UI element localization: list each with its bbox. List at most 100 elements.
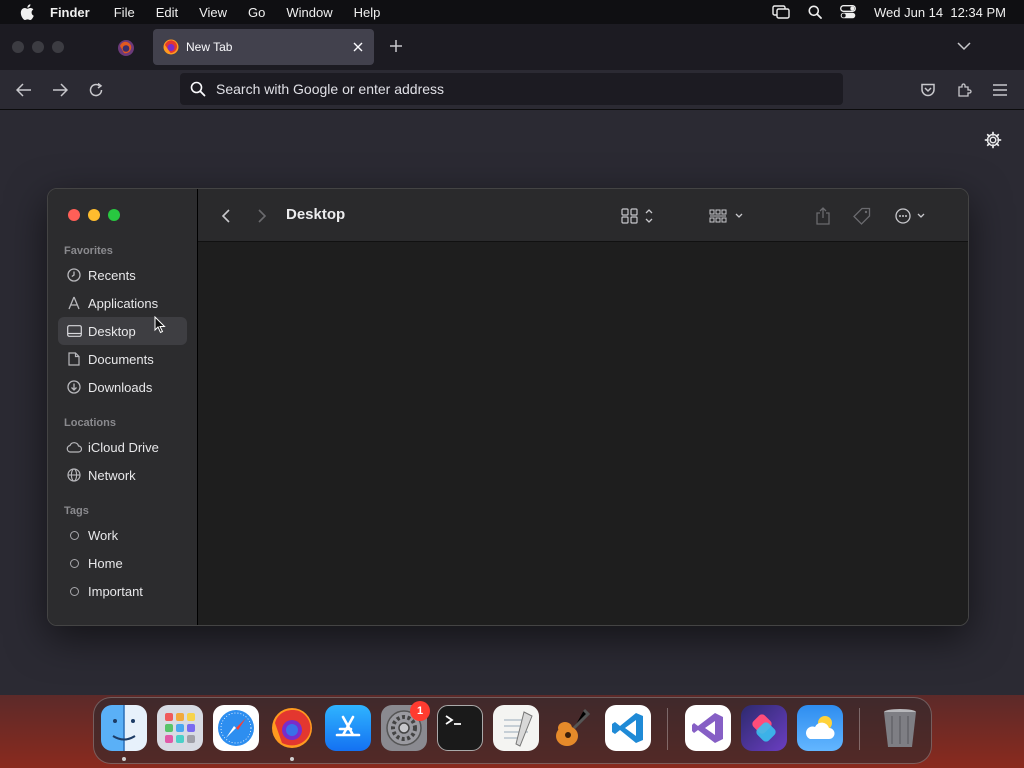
finder-zoom-button[interactable] [108,209,120,221]
firefox-dock-icon[interactable] [269,705,315,751]
screen-mirroring-icon[interactable] [772,5,790,19]
finder-dock-icon[interactable] [101,705,147,751]
desktop-icon [66,323,82,339]
trash-dock-icon[interactable] [877,705,923,751]
search-icon [189,80,207,98]
sidebar-item-label: Home [88,555,123,571]
chevron-down-icon[interactable] [956,38,972,54]
clock-icon [66,267,82,283]
apple-menu-icon[interactable] [18,3,36,21]
window-close-button[interactable] [12,41,24,53]
back-chevron-icon[interactable] [218,206,234,226]
dock [93,697,932,764]
gear-icon[interactable] [984,131,1002,149]
tag-icon[interactable] [852,206,872,226]
menu-app-name[interactable]: Finder [50,5,90,20]
finder-toolbar: Desktop [198,189,968,242]
tab-close-icon[interactable] [346,35,370,59]
finder-close-button[interactable] [68,209,80,221]
sidebar-item-applications[interactable]: Applications [58,289,187,317]
locations-heading: Locations [64,417,116,429]
forward-chevron-icon[interactable] [254,206,270,226]
shortcuts-dock-icon[interactable] [741,705,787,751]
launchpad-dock-icon[interactable] [157,705,203,751]
back-arrow-icon[interactable] [15,81,33,99]
garageband-dock-icon[interactable] [549,705,595,751]
mouse-cursor-icon [154,315,166,334]
download-icon [66,379,82,395]
terminal-dock-icon[interactable] [437,705,483,751]
reload-icon[interactable] [87,81,105,99]
weather-dock-icon[interactable] [797,705,843,751]
sidebar-item-label: iCloud Drive [88,439,159,455]
menu-go[interactable]: Go [248,5,265,20]
menu-window[interactable]: Window [286,5,332,20]
running-indicator [122,757,126,761]
more-actions-icon[interactable] [894,206,930,226]
firefox-view-icon[interactable] [117,39,135,57]
menu-help[interactable]: Help [354,5,381,20]
dock-separator [859,708,860,750]
forward-arrow-icon[interactable] [51,81,69,99]
sidebar-item-icloud-drive[interactable]: iCloud Drive [58,433,187,461]
pocket-icon[interactable] [919,81,937,99]
document-icon [66,351,82,367]
visual-studio-dock-icon[interactable] [685,705,731,751]
share-icon[interactable] [814,206,832,226]
dock-separator [667,708,668,750]
cloud-icon [66,439,82,455]
sidebar-item-label: Documents [88,351,154,367]
sidebar-item-recents[interactable]: Recents [58,261,187,289]
window-zoom-button[interactable] [52,41,64,53]
textedit-dock-icon[interactable] [493,705,539,751]
running-indicator [290,757,294,761]
menu-clock[interactable]: Wed Jun 14 12:34 PM [874,5,1006,20]
view-mode-grid-icon[interactable] [620,206,658,226]
menu-file[interactable]: File [114,5,135,20]
safari-dock-icon[interactable] [213,705,259,751]
sidebar-item-desktop[interactable]: Desktop [58,317,187,345]
favorites-heading: Favorites [64,245,113,257]
sidebar-item-label: Work [88,527,119,543]
tags-heading: Tags [64,505,89,517]
finder-window: Favorites Recents Applications Desktop D… [47,188,969,626]
spotlight-search-icon[interactable] [808,5,822,19]
menu-view[interactable]: View [199,5,227,20]
finder-content-area[interactable] [198,242,968,625]
sidebar-tag-work[interactable]: Work [58,521,187,549]
tag-circle-icon [66,555,82,571]
address-bar[interactable] [180,73,843,105]
vscode-dock-icon[interactable] [605,705,651,751]
finder-minimize-button[interactable] [88,209,100,221]
navigation-toolbar [0,70,1024,110]
sidebar-item-downloads[interactable]: Downloads [58,373,187,401]
sidebar-item-network[interactable]: Network [58,461,187,489]
firefox-tab-icon [163,39,179,55]
tag-circle-icon [66,527,82,543]
finder-sidebar: Favorites Recents Applications Desktop D… [48,189,198,625]
group-by-icon[interactable] [708,206,746,226]
sidebar-tag-home[interactable]: Home [58,549,187,577]
sidebar-item-label: Desktop [88,323,136,339]
sidebar-item-label: Downloads [88,379,153,395]
new-tab-button[interactable] [386,36,406,56]
extensions-puzzle-icon[interactable] [955,81,973,99]
app-store-dock-icon[interactable] [325,705,371,751]
globe-icon [66,467,82,483]
tab-title: New Tab [186,40,233,54]
finder-window-title: Desktop [286,206,346,223]
window-minimize-button[interactable] [32,41,44,53]
notification-badge: 1 [410,701,430,721]
menu-edit[interactable]: Edit [156,5,178,20]
tab-new-tab[interactable]: New Tab [153,29,374,65]
control-center-icon[interactable] [840,5,856,19]
sidebar-tag-important[interactable]: Important [58,577,187,605]
applications-icon [66,295,82,311]
address-input[interactable] [216,81,843,97]
sidebar-item-documents[interactable]: Documents [58,345,187,373]
tag-circle-icon [66,583,82,599]
sidebar-item-label: Applications [88,295,159,311]
hamburger-menu-icon[interactable] [991,81,1009,99]
sidebar-item-label: Recents [88,267,136,283]
menu-bar: Finder File Edit View Go Window Help Wed… [0,0,1024,24]
